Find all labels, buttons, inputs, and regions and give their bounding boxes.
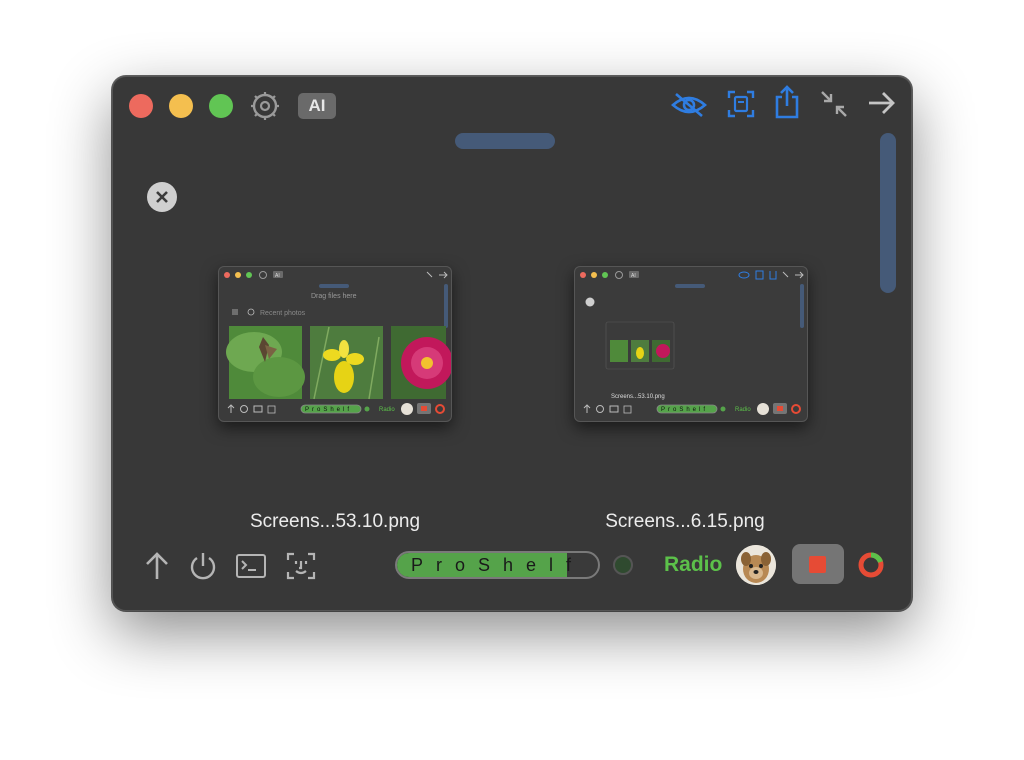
status-indicator (613, 555, 633, 575)
svg-text:Drag files here: Drag files here (311, 293, 357, 300)
scrollbar[interactable] (880, 133, 896, 293)
radio-button[interactable]: Radio (664, 553, 722, 577)
svg-text:AI: AI (275, 273, 280, 279)
up-arrow-icon[interactable] (145, 551, 169, 581)
share-icon[interactable] (773, 85, 801, 119)
stop-icon (809, 556, 826, 573)
file-thumbnail[interactable]: AI Screens...53.10.png ProShelf Radio (574, 266, 808, 422)
clear-selection-button[interactable] (147, 182, 177, 212)
terminal-icon[interactable] (235, 553, 267, 579)
window-minimize-button[interactable] (169, 94, 193, 118)
settings-icon[interactable] (250, 91, 280, 121)
file-name-label: Screens...6.15.png (605, 511, 765, 532)
file-name-label: Screens...53.10.png (249, 511, 421, 532)
dog-avatar-icon (736, 545, 776, 585)
ai-button[interactable]: AI (298, 93, 336, 119)
svg-text:AI: AI (631, 273, 636, 279)
window-maximize-button[interactable] (209, 94, 233, 118)
proshelf-toggle[interactable]: ProShelf (395, 551, 600, 579)
svg-text:Radio: Radio (379, 407, 395, 413)
svg-text:ProShelf: ProShelf (305, 407, 352, 413)
power-icon[interactable] (188, 551, 218, 581)
window-close-button[interactable] (129, 94, 153, 118)
collapse-icon[interactable] (820, 90, 848, 118)
screenshot-preview-image: AI Screens...53.10.png ProShelf Radio (580, 270, 804, 415)
file-thumbnail[interactable]: AI Drag files here Recent photos ProShel… (218, 266, 452, 422)
drag-handle[interactable] (455, 133, 555, 149)
screenshot-icon[interactable] (726, 89, 756, 119)
svg-text:ProShelf: ProShelf (661, 407, 708, 413)
screenshot-preview-image: AI Drag files here Recent photos ProShel… (224, 271, 451, 415)
avatar[interactable] (736, 545, 776, 585)
app-window: AI AI Drag files here Recent photos ProS… (112, 76, 912, 611)
stop-button[interactable] (792, 544, 844, 584)
face-id-icon[interactable] (286, 551, 316, 581)
hide-icon[interactable] (670, 91, 708, 119)
close-icon (156, 191, 168, 203)
proshelf-label: ProShelf (411, 555, 585, 575)
svg-text:Screens...53.10.png: Screens...53.10.png (611, 394, 665, 400)
svg-text:Recent photos: Recent photos (260, 310, 306, 317)
progress-ring-icon (858, 552, 884, 578)
forward-arrow-icon[interactable] (866, 89, 896, 117)
svg-text:Radio: Radio (735, 407, 751, 413)
